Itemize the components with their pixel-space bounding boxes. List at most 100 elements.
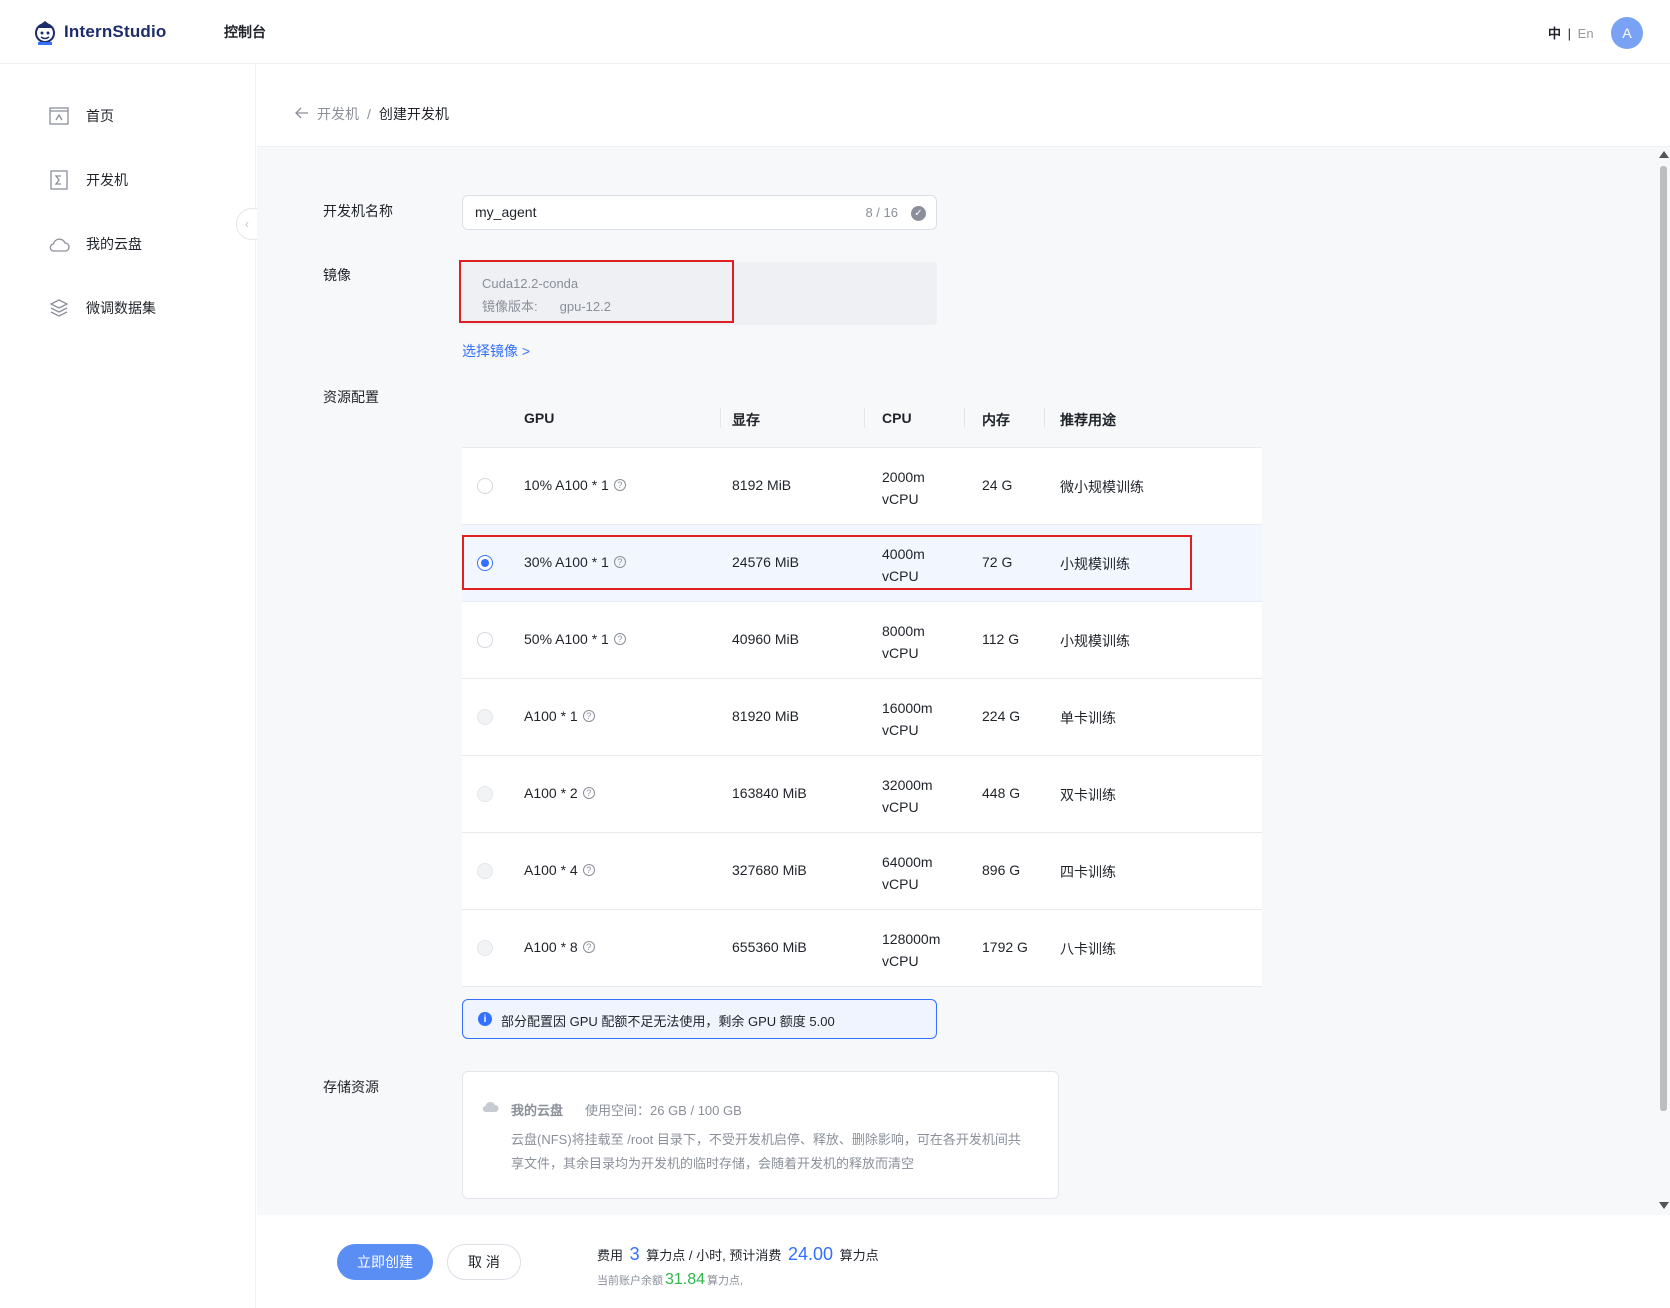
gpu-cell: 50% A100 * 1? (524, 631, 626, 647)
cpu-unit: vCPU (882, 491, 919, 507)
cpu-value: 4000m (882, 546, 925, 562)
top-bar: InternStudio 控制台 中 | En A (0, 0, 1670, 64)
image-version-label: 镜像版本: (482, 299, 538, 314)
cloud-icon (48, 233, 70, 255)
name-input[interactable] (475, 204, 835, 220)
memory-cell: 72 G (982, 554, 1013, 570)
table-row-disabled: A100 * 8? 655360 MiB 128000m vCPU 1792 G … (462, 910, 1262, 987)
image-name: Cuda12.2-conda (482, 276, 579, 291)
col-divider (864, 408, 865, 428)
name-label: 开发机名称 (323, 203, 393, 219)
lang-en[interactable]: En (1578, 26, 1594, 41)
home-icon (48, 105, 70, 127)
storage-card: 我的云盘 使用空间：26 GB / 100 GB 云盘(NFS)将挂载至 /ro… (462, 1071, 1059, 1199)
select-image-link[interactable]: 选择镜像 > (462, 341, 530, 361)
usage-cell: 双卡训练 (1060, 787, 1116, 803)
image-version: gpu-12.2 (559, 299, 611, 314)
fee-suffix: 算力点 (839, 1248, 879, 1263)
vram-cell: 81920 MiB (732, 708, 799, 724)
help-icon[interactable]: ? (582, 710, 595, 723)
sidebar-item-home[interactable]: 首页 (48, 104, 114, 128)
row-radio (477, 786, 493, 802)
console-link[interactable]: 控制台 (224, 22, 266, 42)
quota-alert: i 部分配置因 GPU 配额不足无法使用，剩余 GPU 额度 5.00 (462, 999, 937, 1039)
memory-cell: 24 G (982, 477, 1013, 493)
info-icon: i (478, 1012, 492, 1026)
vram-cell: 327680 MiB (732, 862, 807, 878)
storage-usage: 使用空间：26 GB / 100 GB (585, 1103, 742, 1118)
sidebar-item-cloud-disk[interactable]: 我的云盘 (48, 232, 142, 256)
cloud-icon (482, 1101, 499, 1113)
help-icon[interactable]: ? (582, 864, 595, 877)
logo-text: InternStudio (64, 22, 167, 41)
cpu-value: 128000m (882, 931, 941, 947)
gpu-cell: 10% A100 * 1? (524, 477, 626, 493)
sidebar-item-label: 开发机 (86, 172, 128, 188)
row-radio[interactable] (477, 632, 493, 648)
help-icon[interactable]: ? (582, 787, 595, 800)
scrollbar[interactable] (1657, 147, 1670, 1215)
row-radio[interactable] (477, 478, 493, 494)
cpu-unit: vCPU (882, 799, 919, 815)
chevron-left-icon: ‹ (245, 217, 249, 231)
storage-description: 云盘(NFS)将挂载至 /root 目录下，不受开发机启停、释放、删除影响，可在… (511, 1132, 1021, 1171)
row-radio[interactable] (477, 555, 493, 571)
gpu-cell: 30% A100 * 1? (524, 554, 626, 570)
language-switch[interactable]: 中 | En (1548, 23, 1594, 42)
back-arrow-icon[interactable] (295, 106, 309, 122)
storage-label: 存储资源 (323, 1079, 379, 1095)
cancel-button[interactable]: 取 消 (447, 1244, 521, 1280)
usage-cell: 四卡训练 (1060, 864, 1116, 880)
cpu-value: 2000m (882, 469, 925, 485)
sidebar-item-label: 微调数据集 (86, 300, 156, 316)
logo[interactable]: InternStudio (32, 18, 167, 46)
avatar[interactable]: A (1611, 17, 1643, 49)
scroll-thumb[interactable] (1660, 166, 1667, 1111)
cpu-unit: vCPU (882, 568, 919, 584)
table-row-disabled: A100 * 4? 327680 MiB 64000m vCPU 896 G 四卡… (462, 833, 1262, 910)
breadcrumb-back[interactable]: 开发机 (317, 104, 359, 124)
vram-cell: 655360 MiB (732, 939, 807, 955)
help-icon[interactable]: ? (613, 633, 626, 646)
fee-rate: 3 (629, 1244, 640, 1264)
gpu-cell: A100 * 1? (524, 708, 595, 724)
table-row[interactable]: 50% A100 * 1? 40960 MiB 8000m vCPU 112 G … (462, 602, 1262, 679)
gpu-value: A100 * 4 (524, 862, 578, 878)
help-icon[interactable]: ? (613, 556, 626, 569)
memory-cell: 896 G (982, 862, 1021, 878)
balance-value: 31.84 (665, 1271, 706, 1288)
breadcrumb-bar: 开发机 / 创建开发机 (257, 64, 1670, 147)
balance-suffix: 算力点, (707, 1275, 744, 1287)
terminal-icon (48, 169, 70, 191)
create-button[interactable]: 立即创建 (337, 1244, 433, 1280)
table-row-selected[interactable]: 30% A100 * 1? 24576 MiB 4000m vCPU 72 G 小… (462, 525, 1262, 602)
lang-zh[interactable]: 中 (1548, 26, 1561, 41)
sidebar-item-datasets[interactable]: 微调数据集 (48, 296, 156, 320)
vram-cell: 24576 MiB (732, 554, 799, 570)
image-version-row: 镜像版本: gpu-12.2 (482, 296, 611, 315)
usage-cell: 八卡训练 (1060, 941, 1116, 957)
balance-line: 当前账户余额 31.84 算力点, (597, 1271, 743, 1289)
cpu-cell: 16000m vCPU (882, 697, 933, 741)
col-gpu: GPU (524, 410, 555, 426)
sidebar-item-devmachine[interactable]: 开发机 (48, 168, 128, 192)
col-vram: 显存 (732, 412, 760, 428)
scroll-down-arrow-icon[interactable] (1659, 1202, 1669, 1209)
gpu-cell: A100 * 8? (524, 939, 595, 955)
fee-prefix: 费用 (597, 1248, 624, 1263)
name-field[interactable]: 8 / 16 ✓ (462, 195, 937, 230)
storage-title: 我的云盘 (511, 1103, 564, 1118)
cpu-value: 32000m (882, 777, 933, 793)
name-counter: 8 / 16 (865, 205, 898, 220)
help-icon[interactable]: ? (613, 479, 626, 492)
cpu-cell: 128000m vCPU (882, 928, 940, 972)
cpu-value: 8000m (882, 623, 925, 639)
scroll-up-arrow-icon[interactable] (1659, 151, 1669, 158)
help-icon[interactable]: ? (582, 941, 595, 954)
table-row[interactable]: 10% A100 * 1? 8192 MiB 2000m vCPU 24 G 微小… (462, 448, 1262, 525)
usage-cell: 微小规模训练 (1060, 479, 1144, 495)
cpu-cell: 4000m vCPU (882, 543, 925, 587)
cpu-unit: vCPU (882, 876, 919, 892)
gpu-value: A100 * 1 (524, 708, 578, 724)
cpu-cell: 32000m vCPU (882, 774, 933, 818)
